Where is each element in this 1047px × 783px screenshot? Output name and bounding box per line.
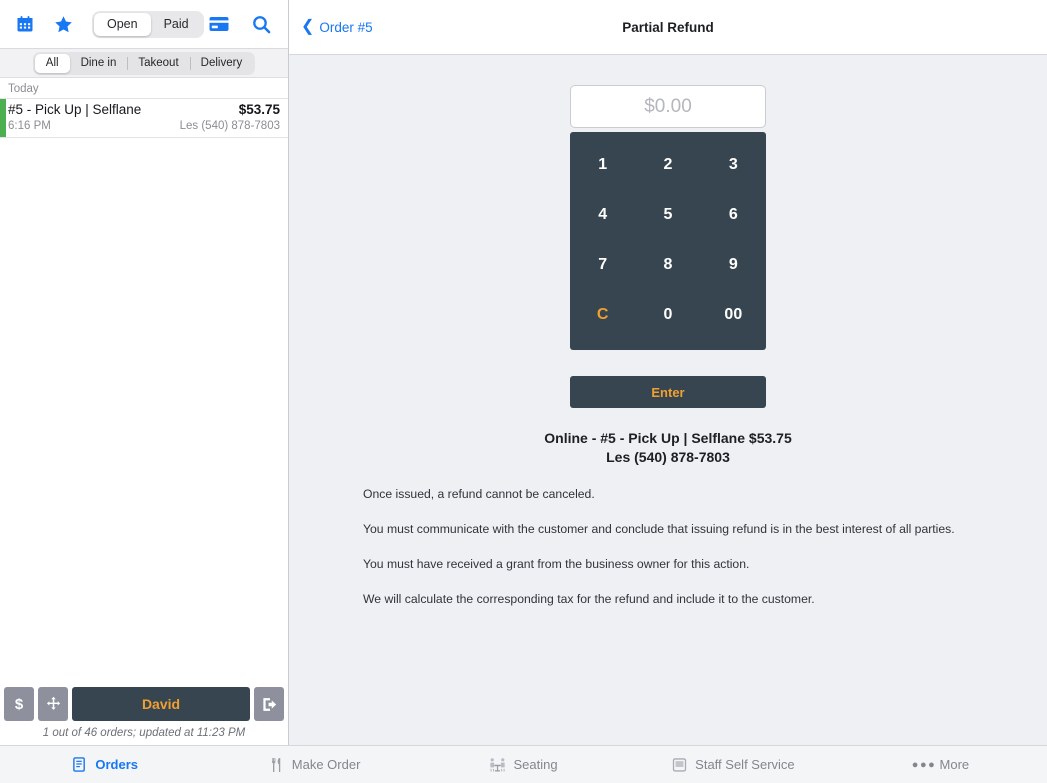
order-status-bar bbox=[0, 99, 6, 137]
panel-header: ❮ Order #5 Partial Refund bbox=[289, 0, 1047, 55]
chevron-left-icon: ❮ bbox=[301, 18, 315, 35]
monitor-icon bbox=[671, 756, 688, 773]
current-user-button[interactable]: David bbox=[72, 687, 250, 721]
nav-label-seating: Seating bbox=[513, 757, 558, 772]
key-1[interactable]: 1 bbox=[570, 140, 635, 190]
back-to-order-link[interactable]: ❮ Order #5 bbox=[289, 19, 373, 35]
day-group-label: Today bbox=[8, 83, 39, 95]
order-summary-line-1: Online - #5 - Pick Up | Selflane $53.75 bbox=[544, 430, 792, 446]
order-summary: Online - #5 - Pick Up | Selflane $53.75 … bbox=[544, 429, 791, 467]
move-arrows-icon[interactable] bbox=[38, 687, 68, 721]
partial-refund-panel: ❮ Order #5 Partial Refund $0.00 1 2 3 4 … bbox=[289, 0, 1047, 745]
cutlery-icon bbox=[268, 756, 285, 773]
order-type-filters: All Dine in Takeout Delivery bbox=[0, 49, 288, 78]
body-split: Open Paid All Dine in Takeout Delivery T… bbox=[0, 0, 1047, 745]
order-type-filter-group[interactable]: All Dine in Takeout Delivery bbox=[32, 51, 256, 75]
sidebar-header-actions bbox=[204, 9, 276, 39]
nav-item-make-order[interactable]: Make Order bbox=[209, 756, 418, 773]
nav-item-seating[interactable]: Seating bbox=[419, 756, 628, 773]
sidebar-header: Open Paid bbox=[0, 0, 288, 49]
calendar-icon[interactable] bbox=[10, 9, 40, 39]
bottom-navigation: Orders Make Order Seating Staff Self Ser… bbox=[0, 745, 1047, 783]
nav-item-orders[interactable]: Orders bbox=[0, 756, 209, 773]
seating-icon bbox=[489, 756, 506, 773]
orders-status-text: 1 out of 46 orders; updated at 11:23 PM bbox=[42, 727, 246, 739]
segment-open[interactable]: Open bbox=[94, 12, 151, 36]
nav-item-staff-self-service[interactable]: Staff Self Service bbox=[628, 756, 837, 773]
open-paid-segmented-control[interactable]: Open Paid bbox=[92, 10, 204, 38]
sidebar-action-bar: $ David bbox=[0, 683, 288, 723]
refund-disclaimers: Once issued, a refund cannot be canceled… bbox=[289, 467, 1047, 627]
key-9[interactable]: 9 bbox=[701, 240, 766, 290]
key-6[interactable]: 6 bbox=[701, 190, 766, 240]
orders-list[interactable]: Today #5 - Pick Up | Selflane $53.75 6:1… bbox=[0, 78, 288, 683]
logout-icon[interactable] bbox=[254, 687, 284, 721]
key-clear[interactable]: C bbox=[570, 290, 635, 340]
list-item[interactable]: #5 - Pick Up | Selflane $53.75 6:16 PM L… bbox=[0, 98, 288, 138]
order-row-secondary: 6:16 PM Les (540) 878-7803 bbox=[8, 120, 280, 132]
order-title: #5 - Pick Up | Selflane bbox=[8, 102, 142, 117]
app-window: Open Paid All Dine in Takeout Delivery T… bbox=[0, 0, 1047, 783]
star-icon[interactable] bbox=[48, 9, 78, 39]
search-icon[interactable] bbox=[246, 9, 276, 39]
key-7[interactable]: 7 bbox=[570, 240, 635, 290]
nav-label-make-order: Make Order bbox=[291, 757, 361, 772]
page-title: Partial Refund bbox=[622, 19, 714, 35]
credit-card-icon[interactable] bbox=[204, 9, 234, 39]
filter-takeout[interactable]: Takeout bbox=[127, 54, 189, 73]
nav-label-orders: Orders bbox=[95, 757, 139, 772]
order-row-primary: #5 - Pick Up | Selflane $53.75 bbox=[8, 102, 280, 117]
disclaimer-line: Once issued, a refund cannot be canceled… bbox=[363, 487, 595, 501]
nav-label-more: More bbox=[939, 757, 970, 772]
ellipsis-icon: ●●● bbox=[911, 758, 937, 771]
disclaimer-line: You must communicate with the customer a… bbox=[363, 522, 955, 536]
back-link-label: Order #5 bbox=[319, 19, 373, 35]
refund-amount-input[interactable]: $0.00 bbox=[570, 85, 766, 128]
key-5[interactable]: 5 bbox=[635, 190, 700, 240]
numeric-keypad[interactable]: 1 2 3 4 5 6 7 8 9 C 0 00 bbox=[570, 132, 766, 350]
orders-sidebar: Open Paid All Dine in Takeout Delivery T… bbox=[0, 0, 289, 745]
disclaimer-line: We will calculate the corresponding tax … bbox=[363, 592, 815, 606]
key-0[interactable]: 0 bbox=[635, 290, 700, 340]
cash-drawer-button[interactable]: $ bbox=[4, 687, 34, 721]
filter-delivery[interactable]: Delivery bbox=[189, 54, 254, 73]
refund-content: $0.00 1 2 3 4 5 6 7 8 9 C 0 00 Enter Onl… bbox=[289, 55, 1047, 745]
segment-paid[interactable]: Paid bbox=[151, 13, 202, 36]
receipt-icon bbox=[71, 756, 88, 773]
filter-all[interactable]: All bbox=[34, 53, 70, 73]
disclaimer-line: You must have received a grant from the … bbox=[363, 557, 750, 571]
sidebar-footer: $ David 1 out of 46 orders; updated at 1… bbox=[0, 683, 288, 745]
filter-dine-in[interactable]: Dine in bbox=[70, 54, 128, 73]
order-customer: Les (540) 878-7803 bbox=[179, 120, 280, 132]
enter-button[interactable]: Enter bbox=[570, 376, 766, 408]
order-amount: $53.75 bbox=[238, 102, 280, 117]
key-4[interactable]: 4 bbox=[570, 190, 635, 240]
key-2[interactable]: 2 bbox=[635, 140, 700, 190]
order-summary-line-2: Les (540) 878-7803 bbox=[606, 449, 730, 465]
order-time: 6:16 PM bbox=[8, 120, 51, 132]
key-double-zero[interactable]: 00 bbox=[701, 290, 766, 340]
key-8[interactable]: 8 bbox=[635, 240, 700, 290]
nav-label-staff-self-service: Staff Self Service bbox=[695, 757, 795, 772]
nav-item-more[interactable]: ●●● More bbox=[838, 756, 1047, 773]
key-3[interactable]: 3 bbox=[701, 140, 766, 190]
